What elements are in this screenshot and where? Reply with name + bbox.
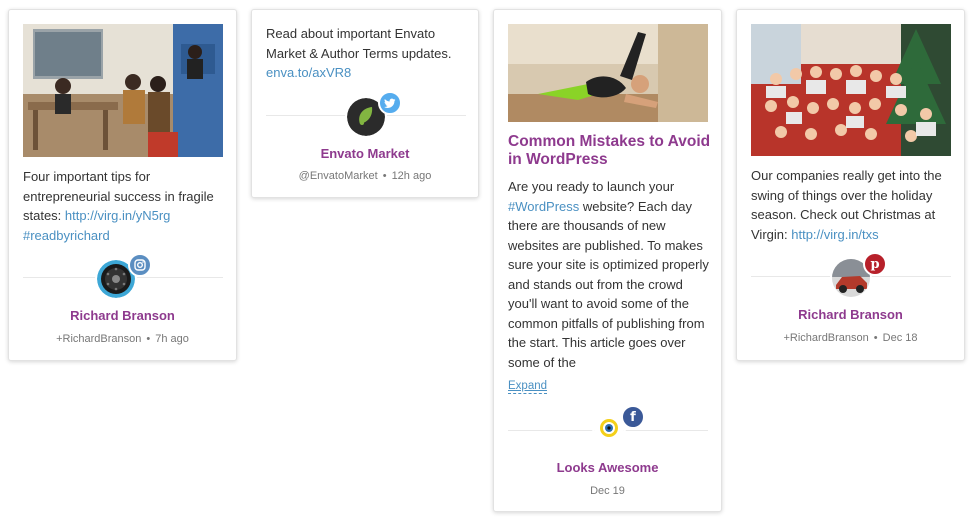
post-meta: Dec 19 xyxy=(494,485,721,497)
feed-card-2: Read about important Envato Market & Aut… xyxy=(251,9,479,198)
expand-link[interactable]: Expand xyxy=(508,380,548,394)
pinterest-icon: p xyxy=(863,252,887,276)
author-name[interactable]: Envato Market xyxy=(252,146,478,161)
author-name[interactable]: Richard Branson xyxy=(9,308,236,323)
meta-separator: • xyxy=(382,170,387,182)
post-body-continued: website? Each day there are thousands of… xyxy=(508,198,709,370)
feed-card-4: Our companies really get into the swing … xyxy=(736,9,965,361)
post-time[interactable]: Dec 19 xyxy=(590,485,625,497)
post-title[interactable]: Common Mistakes to Avoid in WordPress xyxy=(508,133,712,169)
post-time[interactable]: Dec 18 xyxy=(883,332,918,344)
post-body: Read about important Envato Market & Aut… xyxy=(266,26,452,61)
instagram-icon xyxy=(128,253,152,277)
meta-separator: • xyxy=(873,332,878,344)
twitter-icon xyxy=(378,91,402,115)
meta-separator: • xyxy=(146,333,151,345)
post-link[interactable]: enva.to/axVR8 xyxy=(266,65,351,80)
post-body: Are you ready to launch your xyxy=(508,179,675,194)
post-text: Are you ready to launch your #WordPress … xyxy=(508,177,712,373)
post-image[interactable] xyxy=(23,24,223,157)
post-meta: +RichardBranson • Dec 18 xyxy=(737,332,964,344)
post-hashtag[interactable]: #WordPress xyxy=(508,199,579,214)
post-meta: @EnvatoMarket • 12h ago xyxy=(252,170,478,182)
facebook-icon: f xyxy=(621,405,645,429)
author-handle[interactable]: @EnvatoMarket xyxy=(299,170,378,182)
post-meta: +RichardBranson • 7h ago xyxy=(9,333,236,345)
post-time[interactable]: 7h ago xyxy=(155,333,189,345)
post-text: Read about important Envato Market & Aut… xyxy=(266,24,470,83)
post-image[interactable] xyxy=(751,24,951,156)
author-name[interactable]: Richard Branson xyxy=(737,307,964,322)
post-link[interactable]: http://virg.in/txs xyxy=(791,227,878,242)
post-hashtag[interactable]: #readbyrichard xyxy=(23,228,110,243)
feed-card-3: Common Mistakes to Avoid in WordPress Ar… xyxy=(493,9,722,512)
post-image[interactable] xyxy=(508,24,708,122)
author-handle[interactable]: +RichardBranson xyxy=(783,332,868,344)
feed-card-1: Four important tips for entrepreneurial … xyxy=(8,9,237,361)
author-handle[interactable]: +RichardBranson xyxy=(56,333,141,345)
post-text: Our companies really get into the swing … xyxy=(751,166,955,244)
author-name[interactable]: Looks Awesome xyxy=(494,460,721,475)
post-text: Four important tips for entrepreneurial … xyxy=(23,167,227,245)
post-time[interactable]: 12h ago xyxy=(392,170,432,182)
post-link[interactable]: http://virg.in/yN5rg xyxy=(65,208,171,223)
